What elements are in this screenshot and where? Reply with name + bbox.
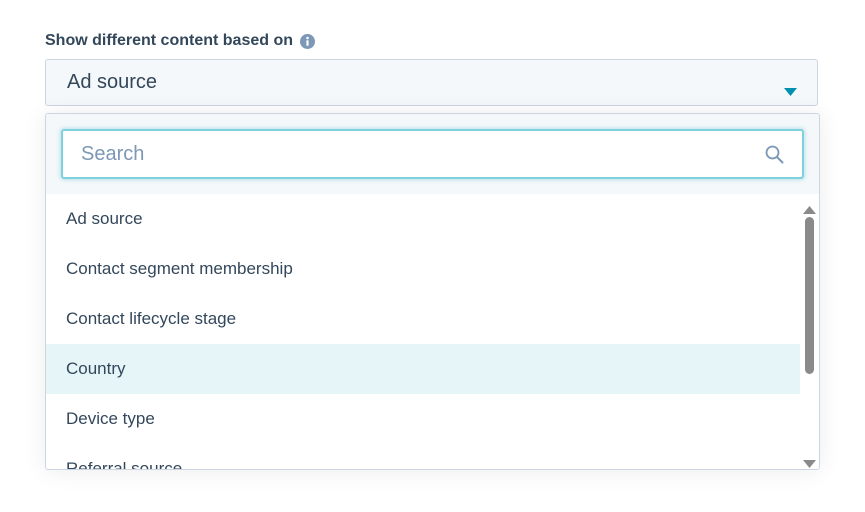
option-ad-source[interactable]: Ad source (46, 194, 800, 244)
option-contact-lifecycle-stage[interactable]: Contact lifecycle stage (46, 294, 800, 344)
caret-down-icon (784, 79, 797, 96)
info-icon[interactable] (300, 33, 316, 49)
search-area (46, 114, 819, 194)
option-country[interactable]: Country (46, 344, 800, 394)
option-contact-segment-membership[interactable]: Contact segment membership (46, 244, 800, 294)
option-referral-source[interactable]: Referral source (46, 444, 800, 469)
scrollbar-thumb[interactable] (805, 217, 814, 374)
search-icon[interactable] (765, 145, 784, 164)
search-box[interactable] (61, 129, 804, 179)
content-type-select[interactable]: Ad source (45, 59, 818, 106)
scroll-down-arrow-icon[interactable] (803, 455, 816, 468)
field-label-text: Show different content based on (45, 32, 294, 49)
dropdown-menu: Ad source Contact segment membership Con… (45, 113, 820, 470)
field-label: Show different content based on (45, 30, 316, 52)
search-input[interactable] (81, 131, 741, 177)
option-device-type[interactable]: Device type (46, 394, 800, 444)
scrollbar[interactable] (800, 194, 819, 469)
options-list: Ad source Contact segment membership Con… (46, 194, 800, 469)
select-value: Ad source (67, 71, 158, 93)
scroll-up-arrow-icon[interactable] (803, 201, 816, 214)
